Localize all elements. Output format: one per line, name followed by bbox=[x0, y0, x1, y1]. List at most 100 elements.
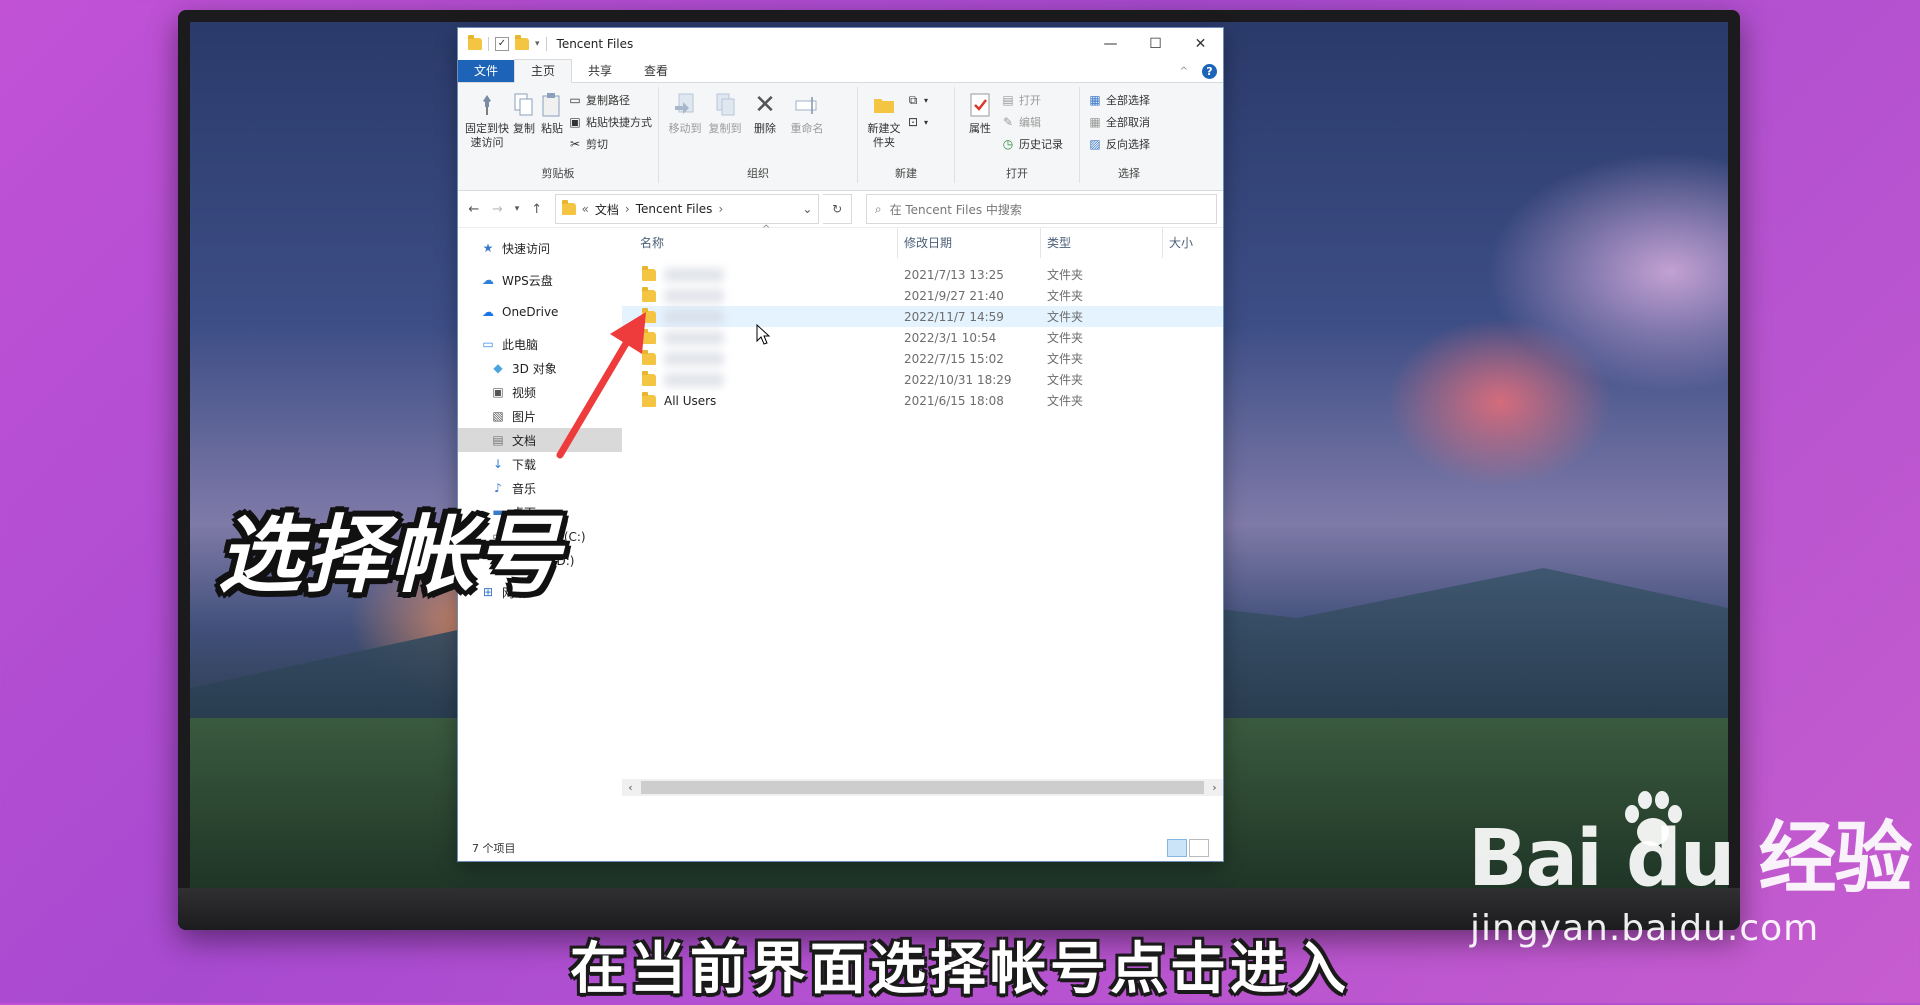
maximize-button[interactable]: ☐ bbox=[1133, 28, 1178, 60]
search-input[interactable]: ⌕ 在 Tencent Files 中搜索 bbox=[865, 194, 1217, 224]
redacted-name bbox=[664, 309, 724, 324]
new-item-button[interactable]: ⧉ ▾ bbox=[906, 91, 928, 109]
open-button[interactable]: ▤ 打开 bbox=[1001, 91, 1063, 109]
column-name[interactable]: 名称 bbox=[622, 228, 898, 258]
column-date[interactable]: 修改日期 bbox=[898, 228, 1041, 258]
address-row: ← → ▾ ↑ « 文档 › Tencent Files › ⌄ ↻ ⌕ 在 T… bbox=[458, 191, 1223, 228]
file-name-cell bbox=[622, 307, 898, 324]
open-group-label: 打开 bbox=[1006, 167, 1028, 180]
document-icon: ▤ bbox=[492, 433, 504, 447]
select-none-label: 全部取消 bbox=[1106, 116, 1150, 129]
file-date: 2021/6/15 18:08 bbox=[904, 393, 1004, 408]
table-row[interactable]: 2021/9/27 21:40 文件夹 bbox=[622, 285, 1223, 306]
paste-shortcut-icon: ▣ bbox=[569, 115, 581, 129]
paste-icon bbox=[538, 91, 566, 119]
chevron-down-icon[interactable]: ⌄ bbox=[802, 202, 812, 216]
step-caption: 选择帐号 bbox=[218, 506, 563, 604]
invert-selection-button[interactable]: ▨ 反向选择 bbox=[1088, 135, 1150, 153]
nav-item-1[interactable]: ☁ WPS云盘 bbox=[458, 268, 622, 292]
cube-icon: ◆ bbox=[493, 361, 503, 375]
file-type: 文件夹 bbox=[1047, 289, 1084, 303]
easy-access-button[interactable]: ⊡ ▾ bbox=[906, 113, 928, 131]
history-button[interactable]: ◷ 历史记录 bbox=[1001, 135, 1063, 153]
scroll-left-icon[interactable]: ‹ bbox=[622, 781, 639, 794]
tab-share[interactable]: 共享 bbox=[572, 60, 628, 82]
back-button[interactable]: ← bbox=[464, 202, 484, 217]
table-row[interactable]: All Users 2021/6/15 18:08 文件夹 bbox=[622, 390, 1223, 411]
collapse-ribbon-icon[interactable]: ^ bbox=[1180, 66, 1188, 77]
file-name-cell bbox=[622, 286, 898, 303]
forward-button[interactable]: → bbox=[488, 202, 508, 217]
file-name-cell bbox=[622, 265, 898, 282]
copy-path-button[interactable]: ▭ 复制路径 bbox=[568, 91, 652, 109]
close-button[interactable]: ✕ bbox=[1178, 28, 1223, 60]
invert-selection-label: 反向选择 bbox=[1106, 138, 1150, 151]
select-all-icon: ▦ bbox=[1089, 93, 1101, 107]
scroll-right-icon[interactable]: › bbox=[1206, 781, 1223, 794]
open-label: 打开 bbox=[1019, 94, 1041, 107]
divider bbox=[488, 37, 489, 51]
file-name-cell bbox=[622, 370, 898, 387]
organize-group-label: 组织 bbox=[747, 167, 769, 180]
delete-label: 删除 bbox=[754, 122, 776, 135]
paste-shortcut-label: 粘贴快捷方式 bbox=[586, 116, 652, 129]
redacted-name bbox=[664, 351, 724, 366]
customize-qat-icon[interactable]: ▾ bbox=[535, 39, 540, 49]
nav-item-label: 视频 bbox=[512, 385, 537, 400]
tab-file[interactable]: 文件 bbox=[458, 60, 515, 82]
computer-icon: ▭ bbox=[482, 337, 494, 351]
select-all-label: 全部选择 bbox=[1106, 94, 1150, 107]
column-size[interactable]: 大小 bbox=[1163, 228, 1223, 258]
baidu-logo: Bai du 经验 bbox=[1468, 814, 1912, 904]
large-icons-view-button[interactable] bbox=[1189, 839, 1209, 857]
up-button[interactable]: ↑ bbox=[527, 202, 547, 217]
table-row[interactable]: 2022/10/31 18:29 文件夹 bbox=[622, 369, 1223, 390]
edit-button[interactable]: ✎ 编辑 bbox=[1001, 113, 1063, 131]
table-row[interactable]: 2021/7/13 13:25 文件夹 bbox=[622, 264, 1223, 285]
breadcrumb-documents[interactable]: 文档 bbox=[595, 201, 619, 218]
nav-item-label: 文档 bbox=[512, 433, 537, 448]
properties-icon bbox=[966, 91, 994, 119]
tab-view[interactable]: 查看 bbox=[628, 60, 684, 82]
status-bar: 7 个项目 bbox=[458, 835, 1223, 861]
paste-shortcut-button[interactable]: ▣ 粘贴快捷方式 bbox=[568, 113, 652, 131]
properties-label: 属性 bbox=[969, 122, 991, 135]
tab-home[interactable]: 主页 bbox=[514, 59, 573, 83]
window-title: Tencent Files bbox=[556, 37, 634, 51]
horizontal-scrollbar[interactable]: ‹ › bbox=[622, 779, 1223, 796]
nav-item-0[interactable]: ★ 快速访问 bbox=[458, 236, 622, 260]
recent-locations-button[interactable]: ▾ bbox=[511, 204, 523, 214]
file-name: All Users bbox=[664, 393, 717, 408]
overflow-crumb[interactable]: « bbox=[582, 202, 589, 216]
help-icon[interactable]: ? bbox=[1202, 63, 1217, 79]
select-none-button[interactable]: ▦ 全部取消 bbox=[1088, 113, 1150, 131]
breadcrumb-tencent-files[interactable]: Tencent Files bbox=[636, 202, 713, 216]
nav-item-label: 下载 bbox=[512, 457, 537, 472]
redacted-name bbox=[664, 288, 724, 303]
invert-selection-icon: ▨ bbox=[1089, 137, 1101, 151]
new-folder-icon[interactable] bbox=[515, 35, 529, 50]
nav-item-label: 快速访问 bbox=[502, 241, 551, 256]
details-view-button[interactable] bbox=[1167, 839, 1187, 857]
search-placeholder: 在 Tencent Files 中搜索 bbox=[889, 202, 1022, 217]
select-all-button[interactable]: ▦ 全部选择 bbox=[1088, 91, 1150, 109]
scrollbar-thumb[interactable] bbox=[641, 781, 1204, 794]
address-bar[interactable]: « 文档 › Tencent Files › ⌄ bbox=[554, 194, 820, 224]
group-select: ▦ 全部选择 ▦ 全部取消 ▨ 反向选择 选择 bbox=[1080, 87, 1178, 183]
group-organize: 移动到 复制到 ✕ 删除 重命名 组织 bbox=[659, 87, 858, 183]
cut-label: 剪切 bbox=[586, 138, 608, 151]
properties-icon[interactable]: ✓ bbox=[495, 37, 509, 51]
refresh-button[interactable]: ↻ bbox=[823, 194, 852, 224]
table-row[interactable]: 2022/11/7 14:59 文件夹 bbox=[622, 306, 1223, 327]
table-row[interactable]: 2022/7/15 15:02 文件夹 bbox=[622, 348, 1223, 369]
table-row[interactable]: 2022/3/1 10:54 文件夹 bbox=[622, 327, 1223, 348]
column-type[interactable]: 类型 bbox=[1041, 228, 1163, 258]
scissors-icon: ✂ bbox=[569, 137, 581, 151]
copy-icon bbox=[510, 91, 538, 119]
history-icon: ◷ bbox=[1002, 137, 1014, 151]
minimize-button[interactable]: — bbox=[1088, 28, 1133, 60]
cut-button[interactable]: ✂ 剪切 bbox=[568, 135, 652, 153]
move-to-label: 移动到 bbox=[668, 122, 702, 135]
